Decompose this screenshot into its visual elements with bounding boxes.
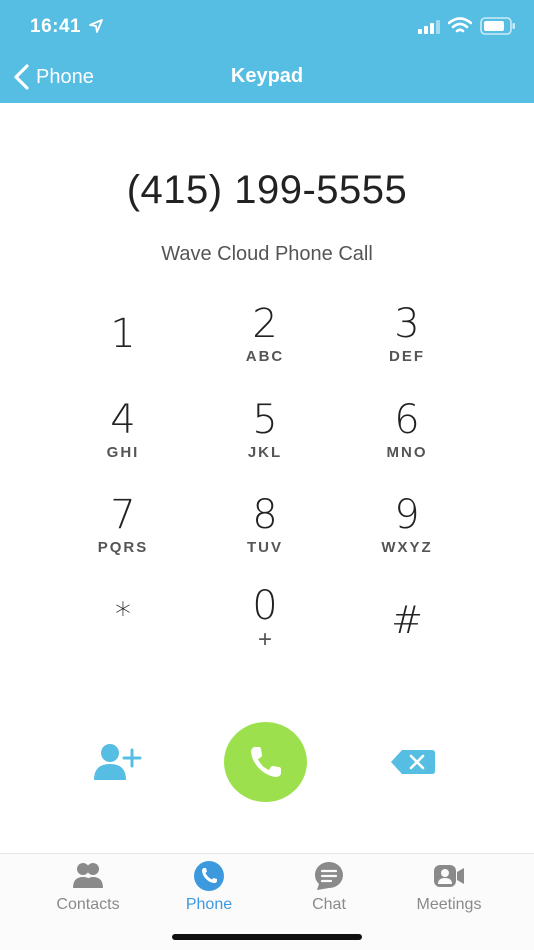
home-indicator bbox=[172, 934, 362, 940]
page-title: Keypad bbox=[230, 65, 304, 87]
key-digit: 8 bbox=[252, 492, 278, 538]
battery-icon bbox=[480, 17, 515, 35]
key-1[interactable]: 1 bbox=[63, 310, 183, 396]
key-digit: 4 bbox=[110, 397, 136, 443]
key-7[interactable]: 7 PQRS bbox=[63, 491, 183, 577]
tab-meetings[interactable]: Meetings bbox=[389, 860, 509, 922]
key-letters: MNO bbox=[386, 444, 428, 461]
key-6[interactable]: 6 MNO bbox=[347, 396, 467, 482]
key-digit: 9 bbox=[394, 492, 420, 538]
navigation-bar: Phone Keypad bbox=[0, 52, 534, 103]
call-action-row bbox=[0, 720, 534, 804]
key-digit: 0 bbox=[252, 583, 278, 629]
key-digit: 5 bbox=[252, 397, 278, 443]
key-5[interactable]: 5 JKL bbox=[205, 396, 325, 482]
key-digit: 7 bbox=[110, 492, 136, 538]
cellular-signal-icon bbox=[418, 20, 440, 34]
key-letters: ABC bbox=[245, 348, 285, 365]
key-2[interactable]: 2 ABC bbox=[205, 300, 325, 386]
call-button[interactable] bbox=[224, 722, 307, 802]
call-type-label: Wave Cloud Phone Call bbox=[161, 243, 373, 265]
tab-phone[interactable]: Phone bbox=[149, 860, 269, 922]
phone-handset-icon bbox=[250, 747, 281, 777]
key-plus: + bbox=[257, 626, 272, 653]
key-letters: TUV bbox=[247, 539, 283, 556]
key-3[interactable]: 3 DEF bbox=[347, 300, 467, 386]
key-letters: PQRS bbox=[97, 539, 149, 556]
location-arrow-icon bbox=[89, 19, 103, 33]
key-9[interactable]: 9 WXYZ bbox=[347, 491, 467, 577]
key-0[interactable]: 0 + bbox=[205, 582, 325, 668]
tab-chat[interactable]: Chat bbox=[269, 860, 389, 922]
key-letters: WXYZ bbox=[381, 539, 433, 556]
backspace-icon[interactable] bbox=[390, 748, 436, 776]
tab-label: Contacts bbox=[56, 896, 120, 913]
dialed-number: (415) 199-5555 bbox=[126, 168, 408, 212]
tab-contacts[interactable]: Contacts bbox=[28, 860, 148, 922]
tab-label: Meetings bbox=[416, 896, 482, 913]
key-digit: 3 bbox=[394, 301, 420, 347]
key-digit: 1 bbox=[110, 311, 136, 357]
key-hash[interactable]: # bbox=[347, 596, 467, 682]
contacts-icon bbox=[73, 863, 103, 888]
tab-label: Chat bbox=[312, 896, 346, 913]
meetings-icon bbox=[434, 865, 464, 887]
key-digit: 6 bbox=[394, 397, 420, 443]
key-letters: GHI bbox=[106, 444, 140, 461]
key-digit: * bbox=[115, 595, 131, 633]
tab-label: Phone bbox=[185, 896, 233, 913]
key-8[interactable]: 8 TUV bbox=[205, 491, 325, 577]
status-time: 16:41 bbox=[30, 16, 82, 37]
key-4[interactable]: 4 GHI bbox=[63, 396, 183, 482]
key-star[interactable]: * bbox=[63, 590, 183, 676]
key-letters: DEF bbox=[389, 348, 425, 365]
key-digit: 2 bbox=[252, 301, 278, 347]
phone-icon bbox=[194, 861, 224, 891]
chat-icon bbox=[315, 862, 343, 890]
key-letters: JKL bbox=[247, 444, 283, 461]
wifi-icon bbox=[448, 17, 472, 33]
add-contact-icon[interactable] bbox=[92, 742, 144, 782]
key-digit: # bbox=[391, 598, 423, 642]
status-bar: 16:41 bbox=[0, 0, 534, 52]
